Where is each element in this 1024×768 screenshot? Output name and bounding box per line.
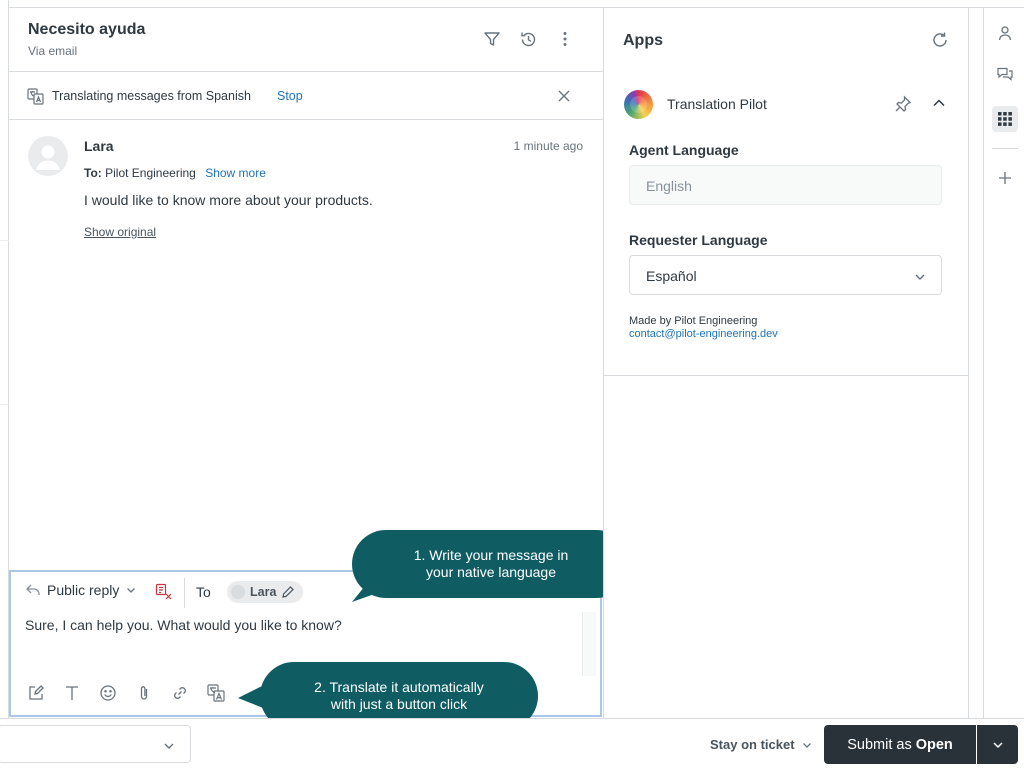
requester-language-value: Español	[646, 268, 697, 284]
composer-divider	[184, 578, 185, 608]
submit-prefix: Submit as	[847, 736, 912, 753]
message-recipients: To: Pilot Engineering Show more	[84, 166, 266, 180]
translation-status-text: Translating messages from Spanish	[52, 89, 251, 103]
link-icon[interactable]	[171, 684, 193, 706]
history-icon[interactable]	[519, 30, 539, 50]
callout-1-line-1: 1. Write your message in	[413, 547, 569, 563]
apps-grid-icon[interactable]	[992, 106, 1018, 132]
message-item: Lara 1 minute ago To: Pilot Engineering …	[9, 121, 603, 251]
ticket-channel: Via email	[28, 44, 78, 58]
chevron-up-icon[interactable]	[931, 95, 947, 111]
pin-icon[interactable]	[894, 95, 912, 113]
left-ticket-list-edge	[0, 0, 9, 718]
right-context-rail	[983, 8, 1024, 718]
chevron-down-icon	[991, 738, 1005, 752]
message-author: Lara	[84, 138, 114, 154]
to-value: Pilot Engineering	[105, 166, 196, 180]
app-name: Translation Pilot	[667, 96, 767, 112]
chevron-down-icon	[125, 584, 137, 596]
agent-language-label: Agent Language	[629, 142, 739, 158]
submit-options-button[interactable]	[977, 725, 1018, 764]
translation-pilot-logo	[624, 90, 653, 119]
add-icon[interactable]	[992, 165, 1018, 191]
refresh-icon[interactable]	[931, 31, 949, 49]
apps-title: Apps	[623, 32, 663, 49]
message-timestamp: 1 minute ago	[513, 139, 583, 153]
bottom-action-bar: Stay on ticket Submit as Open	[0, 718, 1024, 768]
filter-icon[interactable]	[483, 30, 503, 50]
show-original-link[interactable]: Show original	[84, 225, 156, 239]
stay-on-ticket-dropdown[interactable]: Stay on ticket	[710, 737, 813, 752]
requester-language-label: Requester Language	[629, 232, 768, 248]
emoji-icon[interactable]	[99, 684, 121, 706]
reply-type-label: Public reply	[47, 582, 120, 598]
callout-1-line-2: your native language	[426, 564, 556, 580]
ticket-title: Necesito ayuda	[28, 21, 146, 38]
avatar	[28, 136, 68, 176]
to-label: To:	[84, 166, 102, 180]
requester-language-select[interactable]: Español	[629, 255, 942, 295]
conversations-icon[interactable]	[992, 62, 1018, 88]
chevron-down-icon	[913, 270, 927, 284]
composer-scrollbar[interactable]	[582, 612, 596, 676]
callout-write-message: 1. Write your message in your native lan…	[352, 530, 630, 602]
close-icon[interactable]	[556, 88, 572, 104]
apps-panel: Apps Translation Pilot Agent Language En…	[603, 8, 969, 718]
text-format-icon[interactable]	[63, 684, 85, 706]
agent-language-field: English	[629, 165, 942, 205]
chevron-down-icon	[162, 739, 176, 753]
chevron-down-icon	[801, 739, 813, 751]
apps-divider	[604, 375, 968, 376]
compose-icon[interactable]	[27, 684, 49, 706]
rail-divider	[992, 148, 1018, 149]
contact-email-link[interactable]: contact@pilot-engineering.dev	[629, 328, 778, 340]
recipient-avatar	[231, 585, 245, 599]
callout-2-line-2: with just a button click	[330, 696, 468, 712]
composer-to-label: To	[196, 584, 211, 600]
reply-type-dropdown[interactable]: Public reply	[25, 582, 137, 598]
translation-status-bar: Translating messages from Spanish Stop	[9, 73, 603, 120]
stop-translation-link[interactable]: Stop	[277, 89, 303, 103]
translate-icon	[27, 88, 44, 105]
edit-pencil-icon[interactable]	[281, 585, 295, 599]
user-icon[interactable]	[992, 20, 1018, 46]
recipient-chip[interactable]: Lara	[227, 581, 304, 603]
attachment-icon[interactable]	[135, 684, 157, 706]
reply-arrow-icon	[25, 583, 41, 597]
top-border	[0, 0, 1024, 8]
callout-2-line-1: 2. Translate it automatically	[314, 679, 484, 695]
remove-cc-icon[interactable]	[155, 583, 173, 601]
submit-button[interactable]: Submit as Open	[824, 725, 976, 764]
recipient-name: Lara	[250, 585, 277, 599]
ticket-header: Necesito ayuda Via email	[9, 8, 603, 72]
made-by-text: Made by Pilot Engineering	[629, 315, 758, 327]
message-body: I would like to know more about your pro…	[84, 192, 373, 208]
macro-select[interactable]	[0, 725, 191, 763]
translate-button-icon[interactable]	[207, 684, 229, 706]
more-options-icon[interactable]	[556, 30, 576, 50]
composer-text[interactable]: Sure, I can help you. What would you lik…	[25, 617, 342, 633]
stay-on-ticket-label: Stay on ticket	[710, 737, 795, 752]
show-more-link[interactable]: Show more	[205, 166, 266, 180]
submit-status: Open	[915, 736, 953, 753]
